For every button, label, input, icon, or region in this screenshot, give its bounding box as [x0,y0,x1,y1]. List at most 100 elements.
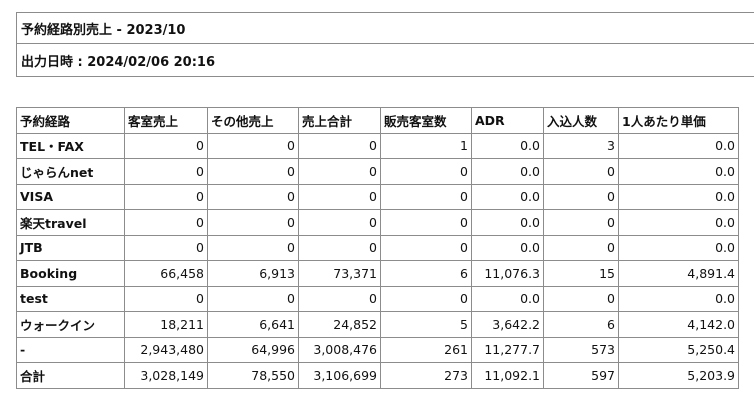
table-cell: 0 [124,132,208,159]
table-cell: 0 [207,234,299,261]
column-header: その他売上 [207,107,299,134]
column-header: 販売客室数 [380,107,472,134]
table-cell: 0 [543,285,619,312]
table-row: JTB 0 0 0 0 0.0 0 0.0 [16,234,739,261]
table-cell: 0 [207,285,299,312]
table-cell: 0 [298,285,381,312]
table-cell: 0 [207,158,299,185]
table-cell: 18,211 [124,311,208,338]
table-cell: 66,458 [124,260,208,287]
table-cell: 0 [298,183,381,210]
total-label: 合計 [16,362,125,389]
table-cell: 0.0 [471,209,544,236]
table-cell: 3,008,476 [298,336,381,363]
table-cell: 5,250.4 [618,336,739,363]
channel-name: じゃらんnet [16,158,125,185]
table-cell: 6,641 [207,311,299,338]
channel-name: - [16,336,125,363]
channel-name: 楽天travel [16,209,125,236]
table-row: 楽天travel 0 0 0 0 0.0 0 0.0 [16,209,739,236]
table-cell: 3,642.2 [471,311,544,338]
report-date-box: 出力日時 : 2024/02/06 20:16 [16,44,754,77]
table-header-row: 予約経路 客室売上 その他売上 売上合計 販売客室数 ADR 入込人数 1人あた… [16,107,739,134]
table-cell: 0 [298,132,381,159]
table-cell: 73,371 [298,260,381,287]
table-cell: 6 [543,311,619,338]
table-cell: 0 [380,158,472,185]
table-cell: 0.0 [618,285,739,312]
table-cell: 0 [380,183,472,210]
table-cell: 0 [298,234,381,261]
table-cell: 0 [124,158,208,185]
table-cell: 0.0 [471,183,544,210]
table-cell: 11,277.7 [471,336,544,363]
table-cell: 6 [380,260,472,287]
table-cell: 0.0 [618,234,739,261]
table-row: ウォークイン 18,211 6,641 24,852 5 3,642.2 6 4… [16,311,739,338]
table-cell: 0.0 [471,158,544,185]
table-cell: 0.0 [618,132,739,159]
table-cell: 4,891.4 [618,260,739,287]
column-header: 1人あたり単価 [618,107,739,134]
table-cell: 0 [543,183,619,210]
table-cell: 5 [380,311,472,338]
table-cell: 0 [207,209,299,236]
report-title-box: 予約経路別売上 - 2023/10 [16,12,754,44]
table-cell: 3 [543,132,619,159]
table-cell: 0.0 [618,183,739,210]
channel-name: test [16,285,125,312]
table-cell: 0 [543,234,619,261]
sales-by-channel-table: 予約経路 客室売上 その他売上 売上合計 販売客室数 ADR 入込人数 1人あた… [16,107,739,389]
table-cell: 78,550 [207,362,299,389]
table-cell: 24,852 [298,311,381,338]
column-header: ADR [471,107,544,134]
table-cell: 6,913 [207,260,299,287]
table-cell: 0 [298,158,381,185]
table-cell: 5,203.9 [618,362,739,389]
table-cell: 0 [380,285,472,312]
channel-name: TEL・FAX [16,132,125,159]
table-cell: 0 [124,183,208,210]
table-cell: 0 [380,234,472,261]
table-cell: 273 [380,362,472,389]
table-cell: 0 [207,132,299,159]
report-title: 予約経路別売上 - 2023/10 [21,22,186,38]
table-cell: 0 [543,158,619,185]
table-cell: 15 [543,260,619,287]
table-cell: 11,092.1 [471,362,544,389]
table-cell: 0.0 [618,158,739,185]
table-cell: 573 [543,336,619,363]
table-row: test 0 0 0 0 0.0 0 0.0 [16,285,739,312]
table-cell: 0.0 [471,132,544,159]
table-cell: 0.0 [618,209,739,236]
table-cell: 1 [380,132,472,159]
table-cell: 0.0 [471,234,544,261]
table-cell: 0 [543,209,619,236]
table-cell: 3,028,149 [124,362,208,389]
table-cell: 0 [380,209,472,236]
table-row: TEL・FAX 0 0 0 1 0.0 3 0.0 [16,132,739,159]
output-datetime: 出力日時 : 2024/02/06 20:16 [21,54,216,70]
column-header: 売上合計 [298,107,381,134]
table-cell: 597 [543,362,619,389]
table-cell: 0 [124,234,208,261]
table-row: VISA 0 0 0 0 0.0 0 0.0 [16,183,739,210]
channel-name: JTB [16,234,125,261]
column-header: 予約経路 [16,107,125,134]
table-cell: 0 [207,183,299,210]
table-row: Booking 66,458 6,913 73,371 6 11,076.3 1… [16,260,739,287]
table-cell: 4,142.0 [618,311,739,338]
table-cell: 0 [298,209,381,236]
channel-name: VISA [16,183,125,210]
table-row: じゃらんnet 0 0 0 0 0.0 0 0.0 [16,158,739,185]
table-row: - 2,943,480 64,996 3,008,476 261 11,277.… [16,336,739,363]
table-cell: 2,943,480 [124,336,208,363]
table-total-row: 合計 3,028,149 78,550 3,106,699 273 11,092… [16,362,739,389]
column-header: 客室売上 [124,107,208,134]
table-cell: 261 [380,336,472,363]
table-cell: 11,076.3 [471,260,544,287]
column-header: 入込人数 [543,107,619,134]
table-cell: 3,106,699 [298,362,381,389]
table-cell: 64,996 [207,336,299,363]
table-cell: 0.0 [471,285,544,312]
